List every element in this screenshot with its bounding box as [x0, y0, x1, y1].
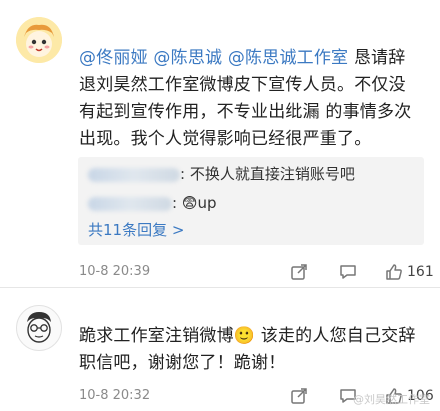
mention-link[interactable]: @佟丽娅 [79, 48, 148, 68]
share-icon [291, 388, 307, 404]
blurred-username [88, 196, 172, 211]
reply-text: : 😨up [172, 194, 217, 212]
timestamp: 10-8 20:32 [79, 388, 151, 403]
comment-text-line: 有起到宣传作用，不专业出纰漏 的事情多次 [79, 102, 412, 122]
like-button[interactable]: 161 [385, 262, 434, 282]
comment-text: 跪求工作室注销微博🙂 该走的人您自己交辞 职信吧，谢谢您了！跪谢！ [79, 323, 428, 377]
reply-text: : 不换人就直接注销账号吧 [180, 165, 355, 183]
comment-text-line: 恳请辞 [353, 48, 406, 68]
comment-text-line: 跪求工作室注销微博🙂 该走的人您自己交辞 [79, 326, 416, 346]
timestamp: 10-8 20:39 [79, 264, 151, 279]
share-button[interactable] [290, 262, 308, 282]
cartoon-avatar-icon [16, 17, 62, 63]
comment-text-line: 出现。我个人觉得影响已经很严重了。 [79, 129, 372, 149]
like-count: 161 [407, 264, 434, 280]
share-button[interactable] [290, 386, 308, 406]
mention-link[interactable]: @陈思诚工作室 [228, 48, 348, 68]
comment-item-1: @佟丽娅 @陈思诚 @陈思诚工作室 恳请辞 退刘昊然工作室微博皮下宣传人员。不仅… [0, 0, 440, 288]
user-avatar[interactable] [16, 17, 62, 63]
reply-item: : 不换人就直接注销账号吧 [88, 163, 355, 185]
comment-button[interactable] [339, 262, 357, 282]
comment-meta: 10-8 20:39 161 [79, 262, 434, 282]
share-icon [291, 264, 307, 280]
comment-divider [0, 287, 440, 288]
replies-box[interactable]: : 不换人就直接注销账号吧 : 😨up 共11条回复 > [78, 157, 424, 245]
reply-item: : 😨up [88, 192, 217, 214]
comment-text-line: 职信吧，谢谢您了！跪谢！ [79, 353, 286, 373]
comment-text: @佟丽娅 @陈思诚 @陈思诚工作室 恳请辞 退刘昊然工作室微博皮下宣传人员。不仅… [79, 45, 428, 153]
watermark: @刘昊然工作室 [353, 393, 430, 406]
blurred-username [88, 167, 180, 182]
comment-text-line: 退刘昊然工作室微博皮下宣传人员。不仅没 [79, 75, 406, 95]
mention-link[interactable]: @陈思诚 [153, 48, 222, 68]
user-avatar[interactable] [16, 305, 62, 351]
sketch-face-avatar-icon [17, 306, 61, 350]
thumbs-up-icon [386, 264, 402, 280]
view-all-replies-link[interactable]: 共11条回复 > [88, 220, 184, 240]
comment-icon [340, 265, 356, 279]
